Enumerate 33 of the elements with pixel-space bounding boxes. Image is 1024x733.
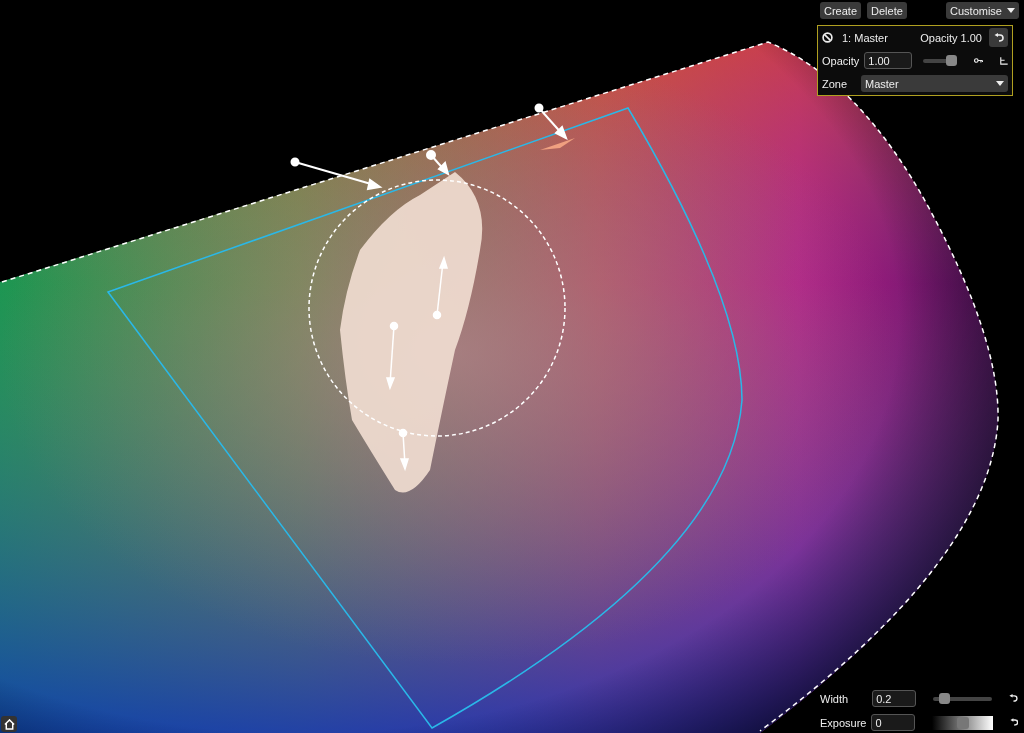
reset-button[interactable] xyxy=(989,28,1008,47)
toolbar-button[interactable]: Delete xyxy=(867,2,907,19)
control-label: Exposure xyxy=(820,716,867,729)
opacity-input[interactable]: 1.00 xyxy=(864,52,913,69)
value-input[interactable]: 0.2 xyxy=(872,690,917,707)
handle-arrow[interactable] xyxy=(534,103,568,140)
control-label: Width xyxy=(820,692,850,705)
undo-icon xyxy=(993,32,1004,43)
handle-arrow[interactable] xyxy=(290,157,383,191)
handle-arrow[interactable] xyxy=(398,428,409,472)
handle-arrow[interactable] xyxy=(426,150,450,177)
axis-icon[interactable] xyxy=(1000,55,1008,66)
caret-icon xyxy=(1007,8,1015,13)
undo-icon[interactable] xyxy=(1009,694,1018,703)
opacity-summary: Opacity 1.00 xyxy=(920,31,982,44)
home-button[interactable] xyxy=(1,716,17,732)
undo-icon[interactable] xyxy=(1009,718,1018,727)
layer-title: 1: Master xyxy=(842,31,888,44)
opacity-label: Opacity xyxy=(822,54,860,67)
caret-icon xyxy=(996,81,1004,86)
color-cloud-drawing xyxy=(540,138,575,150)
toolbar-button[interactable]: Create xyxy=(820,2,862,19)
key-icon[interactable] xyxy=(974,57,984,64)
handle-arrow[interactable] xyxy=(386,321,399,391)
customise-menu[interactable]: Customise xyxy=(946,2,1019,19)
handle-arrow[interactable] xyxy=(432,255,448,320)
home-icon xyxy=(3,718,15,730)
zone-label: Zone xyxy=(822,77,849,90)
value-input[interactable]: 0 xyxy=(871,714,916,731)
opacity-slider-thumb[interactable] xyxy=(946,54,958,66)
zone-dropdown[interactable]: Master xyxy=(861,75,1008,92)
slider-thumb[interactable] xyxy=(938,692,950,704)
slider-thumb[interactable] xyxy=(956,716,969,729)
